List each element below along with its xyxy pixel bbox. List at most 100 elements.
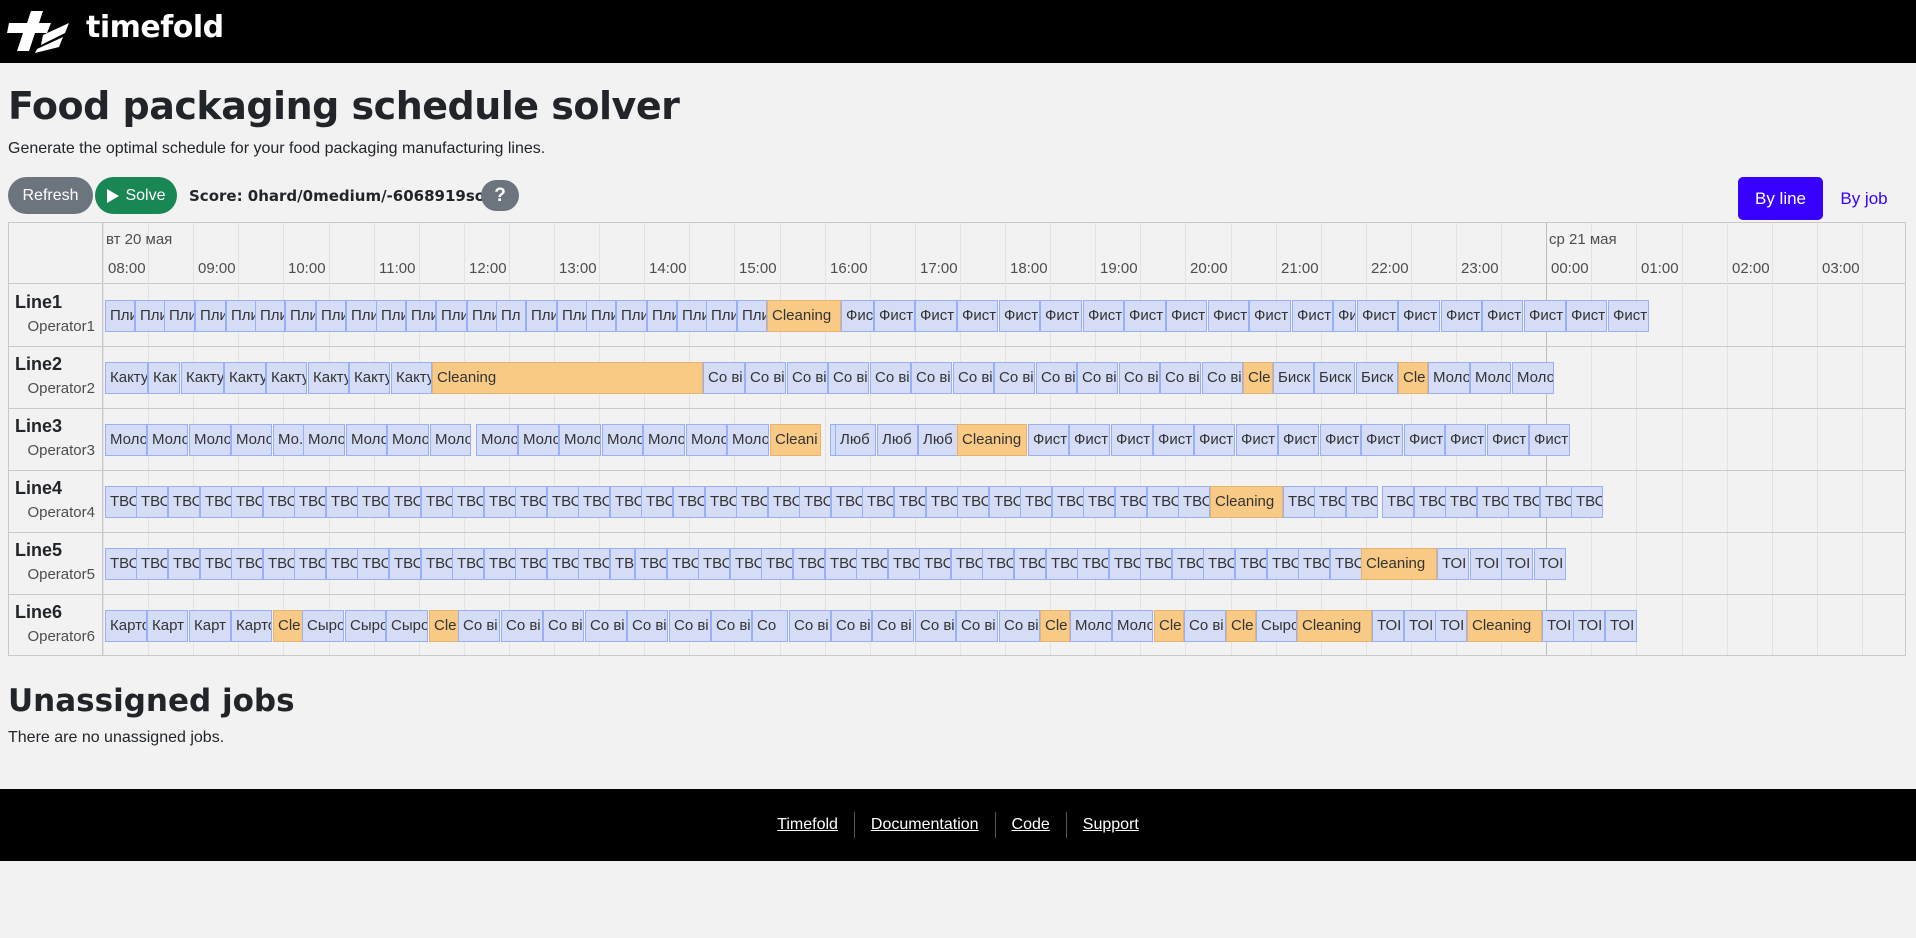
job-block[interactable]: ТВС [1083, 486, 1115, 518]
job-block[interactable]: ТВС [989, 486, 1021, 518]
job-block[interactable]: ТВС [1115, 486, 1147, 518]
job-block[interactable]: Со [752, 610, 788, 642]
job-block[interactable]: ТВС [862, 486, 894, 518]
job-block[interactable]: Пли [737, 300, 767, 332]
job-block[interactable]: ТВС [698, 548, 730, 580]
job-block[interactable]: ТВС [515, 548, 547, 580]
cleaning-block[interactable]: Cleaning [1361, 548, 1437, 580]
job-block[interactable]: ТВС [263, 548, 295, 580]
job-block[interactable]: ТОІ [1404, 610, 1436, 642]
job-block[interactable]: ТОІ [1605, 610, 1637, 642]
job-block[interactable]: ТВС [793, 548, 825, 580]
job-block[interactable]: Фис [841, 300, 874, 332]
job-block[interactable]: Пли [406, 300, 436, 332]
schedule-timeline[interactable]: вт 20 мая ср 21 мая 08:00 09:00 10:00 11:00 12… [8, 222, 1906, 656]
job-block[interactable]: Фист [1398, 300, 1440, 332]
job-block[interactable]: ТВС [1298, 548, 1330, 580]
job-block[interactable]: ТВС [888, 548, 920, 580]
job-block[interactable]: ТВС [1235, 548, 1267, 580]
job-block[interactable]: Моло [518, 424, 559, 456]
job-block[interactable]: ТВС [1540, 486, 1572, 518]
job-block[interactable]: Фист [1566, 300, 1607, 332]
job-block[interactable]: Моло [1470, 362, 1511, 394]
job-block[interactable]: ТВС [856, 548, 888, 580]
job-block[interactable]: Со ві [669, 610, 711, 642]
job-block[interactable]: Фист [1208, 300, 1249, 332]
job-block[interactable]: Моло [476, 424, 518, 456]
job-block[interactable]: Моло [643, 424, 685, 456]
job-block[interactable]: Пли [376, 300, 406, 332]
job-block[interactable]: Фист [1111, 424, 1153, 456]
job-block[interactable]: Со ві [915, 610, 956, 642]
cleaning-block[interactable]: Cleaning [1297, 610, 1372, 642]
cleaning-block[interactable]: Cle [1040, 610, 1070, 642]
cleaning-block[interactable]: Cle [429, 610, 459, 642]
job-block[interactable]: Пли [195, 300, 226, 332]
job-block[interactable]: ТВС [421, 486, 453, 518]
job-block[interactable]: ТВС [1508, 486, 1540, 518]
job-block[interactable]: Моло [559, 424, 601, 456]
cleaning-block[interactable]: Cleaning [1210, 486, 1283, 518]
job-block[interactable]: Фист [1040, 300, 1082, 332]
job-block[interactable]: Моло [602, 424, 643, 456]
job-block[interactable]: Со ві [831, 610, 872, 642]
job-block[interactable]: Фист [1278, 424, 1319, 456]
job-block[interactable]: ТВС [1346, 486, 1378, 518]
job-block[interactable]: Сыро [345, 610, 386, 642]
footer-link-documentation[interactable]: Documentation [855, 816, 995, 834]
job-block[interactable]: ТВС [1382, 486, 1414, 518]
job-block[interactable]: Пли [616, 300, 647, 332]
job-block[interactable]: ТВС [136, 548, 168, 580]
job-block[interactable]: Карто [105, 610, 147, 642]
job-block[interactable]: Со ві [828, 362, 869, 394]
job-block[interactable]: ТВС [136, 486, 168, 518]
job-block[interactable]: ТВС [673, 486, 705, 518]
solve-button[interactable]: Solve [95, 177, 177, 214]
job-block[interactable]: Со ві [1160, 362, 1201, 394]
job-block[interactable]: ТВС [421, 548, 453, 580]
job-block[interactable]: ТВС [1140, 548, 1172, 580]
job-block[interactable]: Какту [224, 362, 266, 394]
job-block[interactable]: Со ві [787, 362, 828, 394]
job-block[interactable]: Фист [1249, 300, 1291, 332]
footer-link-timefold[interactable]: Timefold [761, 816, 854, 834]
job-block[interactable]: Фист [1292, 300, 1333, 332]
job-block[interactable]: ТВС [1477, 486, 1509, 518]
job-block[interactable]: ТВС [1445, 486, 1477, 518]
job-block[interactable]: Со ві [1036, 362, 1077, 394]
cleaning-block[interactable]: Cleaning [767, 300, 841, 332]
job-block[interactable]: Со ві [872, 610, 914, 642]
job-block[interactable]: Фист [1124, 300, 1166, 332]
job-block[interactable]: ТВС [1052, 486, 1084, 518]
job-block[interactable]: ТВС [919, 548, 951, 580]
job-block[interactable]: ТВС [982, 548, 1014, 580]
job-block[interactable]: ТОІ [1534, 548, 1566, 580]
job-block[interactable]: ТВС [667, 548, 699, 580]
job-block[interactable]: Фист [1441, 300, 1482, 332]
footer-link-support[interactable]: Support [1067, 816, 1155, 834]
job-block[interactable]: Пли [557, 300, 587, 332]
job-block[interactable]: ТВС [326, 548, 358, 580]
job-block[interactable]: Пли [346, 300, 377, 332]
job-block[interactable]: Моло [686, 424, 727, 456]
job-block[interactable]: Фист [1529, 424, 1570, 456]
job-block[interactable]: Со ві [703, 362, 745, 394]
job-block[interactable]: Пли [226, 300, 256, 332]
job-block[interactable]: ТВС [200, 548, 232, 580]
job-block[interactable]: Фист [1608, 300, 1649, 332]
job-block[interactable]: Пли [706, 300, 737, 332]
job-block[interactable]: ТВС [1203, 548, 1235, 580]
job-block[interactable]: Сыро [302, 610, 344, 642]
job-block[interactable]: Со ві [543, 610, 584, 642]
job-block[interactable]: Какту [105, 362, 148, 394]
job-block[interactable]: ТВС [894, 486, 926, 518]
job-block[interactable]: Люб [835, 424, 876, 456]
job-block[interactable]: Моло [727, 424, 769, 456]
refresh-button[interactable]: Refresh [8, 177, 93, 214]
job-block[interactable]: ТВС [736, 486, 768, 518]
job-block[interactable]: ТВС [294, 486, 326, 518]
job-block[interactable]: ТВС [635, 548, 667, 580]
cleaning-block[interactable]: Cle [1226, 610, 1256, 642]
job-block[interactable]: ТВС [1147, 486, 1179, 518]
job-block[interactable]: Со ві [956, 610, 998, 642]
